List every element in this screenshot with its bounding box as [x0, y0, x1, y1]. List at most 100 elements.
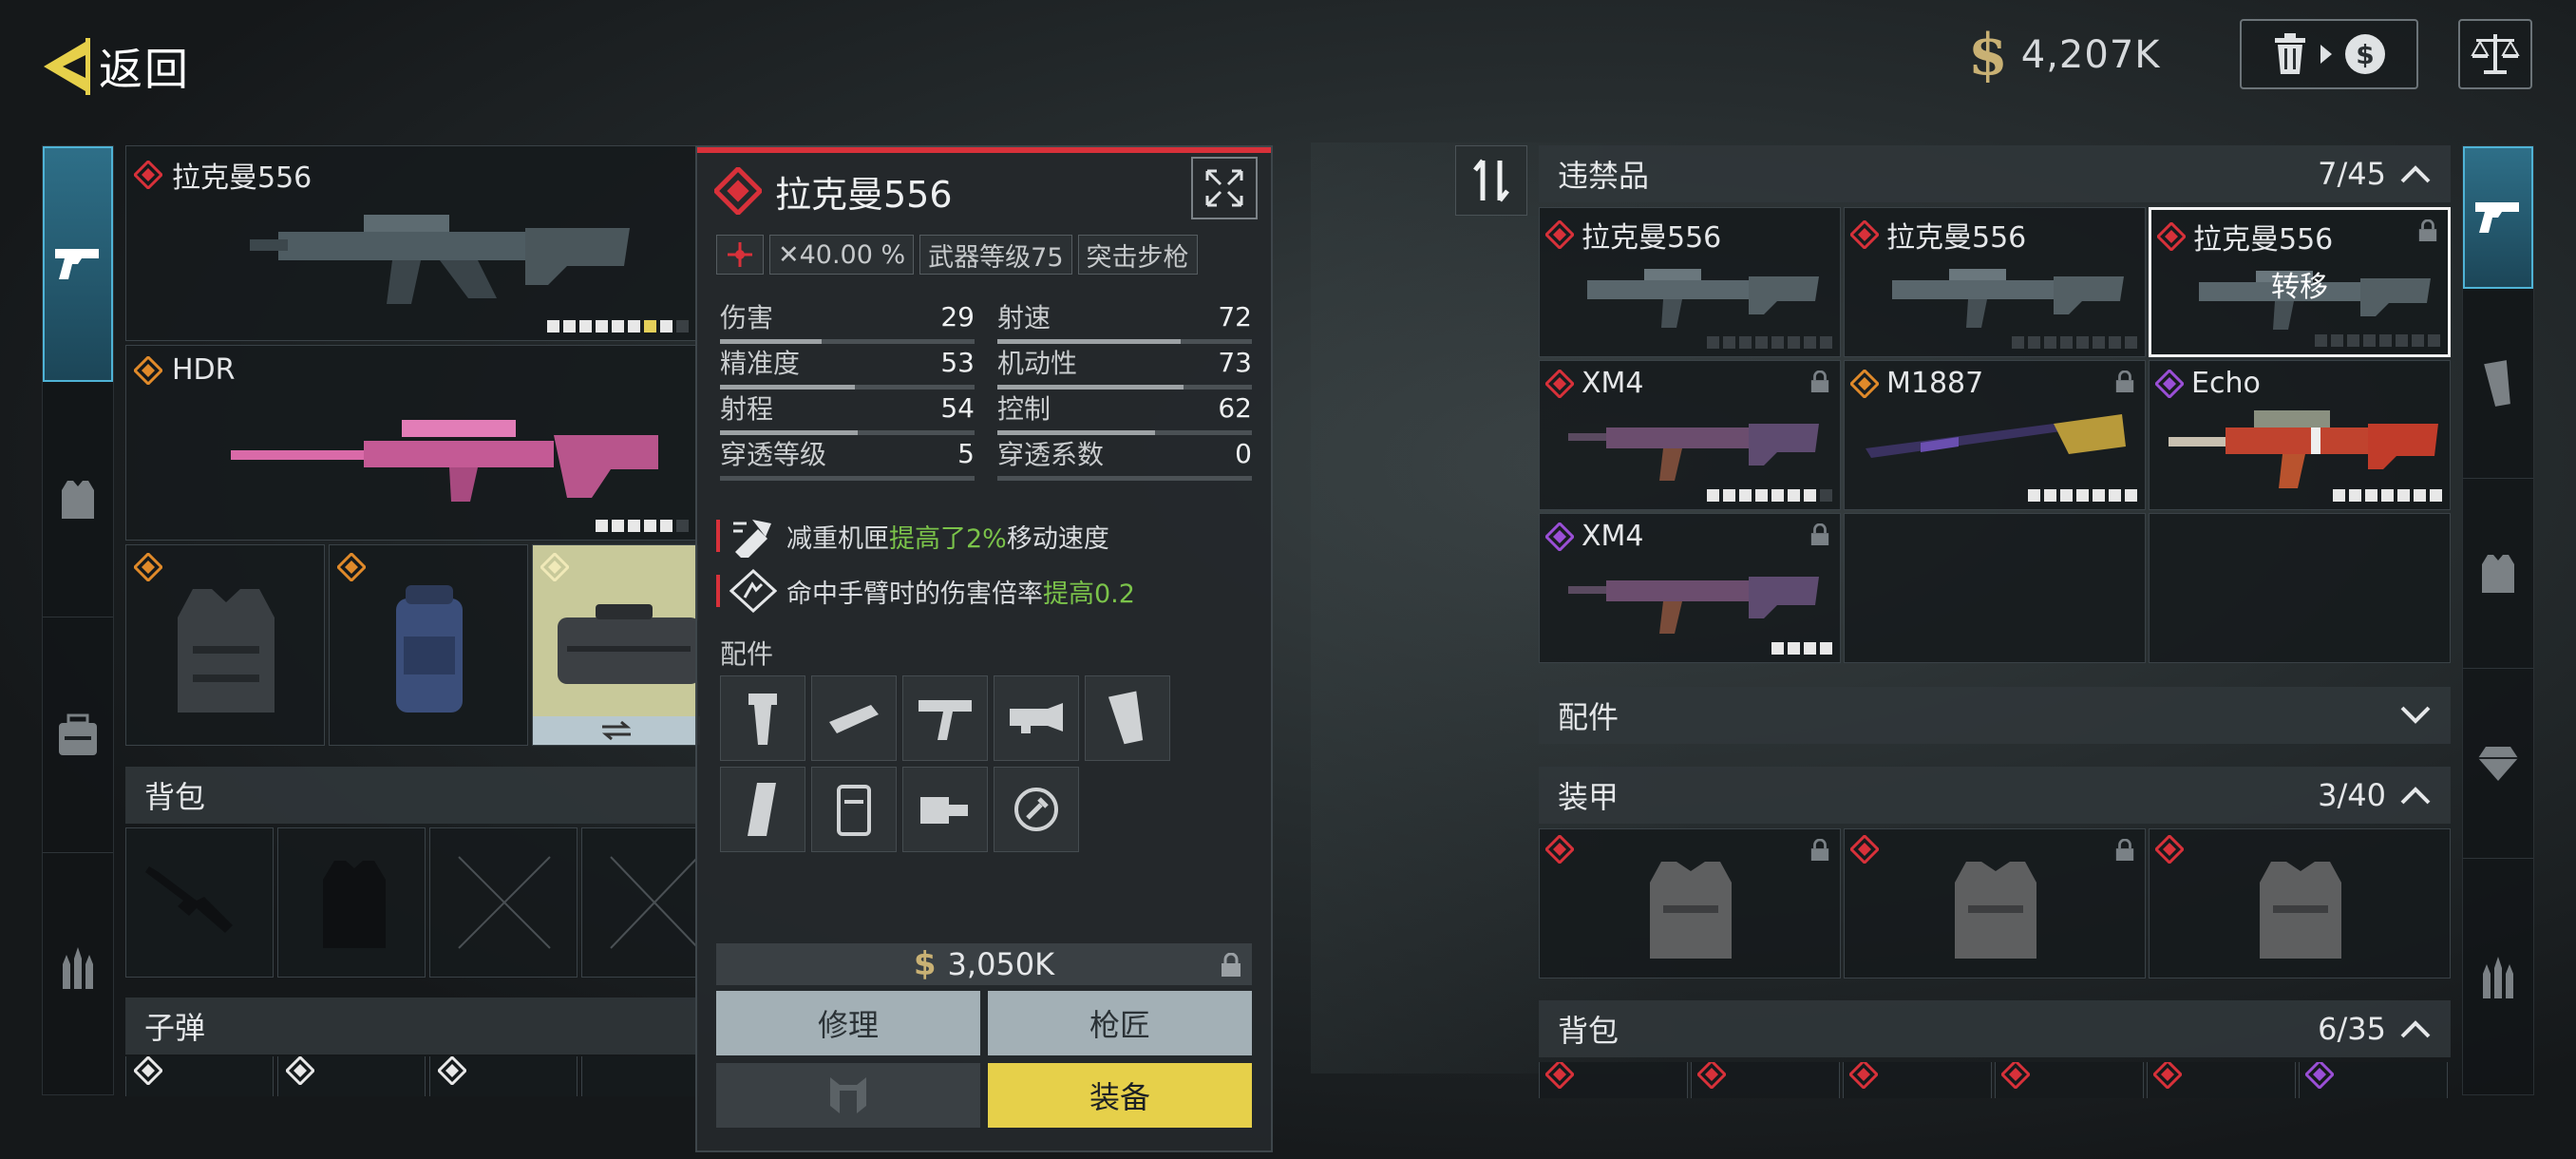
backpack-cell-empty[interactable]	[429, 827, 578, 978]
attachment-dots	[2315, 334, 2440, 347]
ammo-cell-empty[interactable]	[581, 1056, 699, 1096]
rail-tab-weapons[interactable]	[43, 146, 113, 382]
stash-backpack-card[interactable]	[1843, 1062, 1992, 1098]
primary-weapon-name: 拉克曼556	[172, 162, 313, 195]
sort-button[interactable]	[1455, 145, 1527, 216]
attachment-magazine-slot[interactable]	[720, 767, 805, 852]
weapon-level-tag: 武器等级75	[919, 235, 1072, 275]
armor-vest-image	[1955, 862, 2036, 959]
attachment-grip-slot[interactable]	[720, 675, 805, 761]
stash-backpack-card[interactable]	[2147, 1062, 2296, 1098]
backpack-header: 背包	[125, 767, 699, 824]
empty-cross-icon	[610, 856, 699, 949]
stash-empty-cell[interactable]	[1844, 513, 2146, 663]
attachment-tool-slot[interactable]	[994, 767, 1079, 852]
weapon-class-tag: 突击步枪	[1077, 235, 1198, 275]
stash-backpack-card[interactable]	[1539, 1062, 1688, 1098]
rail-tab-attachments[interactable]	[2463, 289, 2533, 479]
backpack-cell-empty[interactable]	[581, 827, 699, 978]
rarity-stripe	[697, 147, 1271, 153]
attachment-rear-grip-slot[interactable]	[1085, 675, 1170, 761]
backpack-strip	[1539, 1062, 2451, 1098]
stash-weapon-card-selected[interactable]: 拉克曼556 转移	[2149, 207, 2451, 357]
stat-control: 控制 62	[997, 389, 1252, 435]
ammo-header: 子弹	[125, 998, 699, 1054]
stash-weapon-card[interactable]: 拉克曼556	[1539, 207, 1841, 357]
rarity-white-icon	[438, 1056, 466, 1085]
equip-button[interactable]: 装备	[988, 1063, 1252, 1128]
lightweight-receiver-icon	[733, 520, 771, 558]
stat-range: 射程 54	[720, 389, 975, 435]
attachment-stock-slot[interactable]	[902, 675, 988, 761]
assault-rifle-image	[250, 215, 630, 304]
attachment-ammo-slot[interactable]	[811, 767, 897, 852]
stash-backpack-title: 背包	[1558, 1013, 1619, 1049]
stash-backpack-card[interactable]	[1995, 1062, 2144, 1098]
stash-weapon-card[interactable]: 拉克曼556	[1844, 207, 2146, 357]
stash-armor-card[interactable]	[2149, 828, 2451, 978]
transfer-label[interactable]: 转移	[2151, 263, 2448, 305]
svg-text:$: $	[2356, 39, 2374, 70]
swap-bar[interactable]	[533, 716, 700, 745]
stash-armor-card[interactable]	[1844, 828, 2146, 978]
backpack-cell[interactable]	[125, 827, 274, 978]
primary-weapon-slot[interactable]: 拉克曼556	[125, 145, 699, 341]
rarity-red-icon	[1697, 1062, 1726, 1089]
mark-button[interactable]	[716, 1063, 980, 1128]
secondary-weapon-slot[interactable]: HDR	[125, 345, 699, 541]
price-bar: $ 3,050K	[716, 943, 1252, 985]
ammo-cell[interactable]	[429, 1056, 578, 1096]
grip-icon	[2484, 359, 2510, 407]
chevron-up-icon	[2400, 1020, 2431, 1038]
rail-tab-valuables[interactable]	[2463, 669, 2533, 859]
back-arrow-icon	[44, 38, 90, 95]
backpack-slot[interactable]	[329, 544, 528, 746]
gunsmith-button[interactable]: 枪匠	[988, 991, 1252, 1055]
stock-icon	[919, 700, 972, 740]
attachment-dots	[547, 320, 689, 332]
stash-armor-header[interactable]: 装甲 3/40	[1539, 767, 2451, 824]
stash-backpack-card[interactable]	[2299, 1062, 2448, 1098]
muzzle-icon	[829, 705, 879, 733]
compare-button[interactable]	[2458, 19, 2532, 89]
stash-weapon-name: M1887	[1886, 367, 1984, 400]
stash-weapon-name: Echo	[2191, 367, 2261, 400]
stash-weapon-card[interactable]: M1887	[1844, 360, 2146, 510]
armor-vest-image	[178, 589, 275, 712]
stash-attachments-title: 配件	[1558, 699, 1619, 735]
ammo-cell[interactable]	[277, 1056, 426, 1096]
stash-weapon-card[interactable]: Echo	[2149, 360, 2451, 510]
stash-attachments-header[interactable]: 配件	[1539, 687, 2451, 744]
stash-backpack-header[interactable]: 背包 6/35	[1539, 1000, 2451, 1057]
attachment-muzzle-slot[interactable]	[811, 675, 897, 761]
armor-slot[interactable]	[125, 544, 325, 746]
backpack-title: 背包	[144, 779, 206, 815]
echo-rifle-image	[2169, 410, 2438, 488]
rail-tab-ammo[interactable]	[2463, 859, 2533, 1094]
trash-icon	[2275, 33, 2305, 74]
contraband-header[interactable]: 违禁品 7/45	[1539, 145, 2451, 202]
attachment-scope-slot[interactable]	[994, 675, 1079, 761]
expand-button[interactable]	[1191, 157, 1258, 219]
back-button[interactable]: 返回	[38, 33, 190, 100]
sell-trash-button[interactable]: $	[2240, 19, 2418, 89]
rail-tab-ammo[interactable]	[43, 853, 113, 1081]
ammo-cell[interactable]	[125, 1056, 274, 1096]
attachment-laser-slot[interactable]	[902, 767, 988, 852]
rarity-red-icon	[1545, 1062, 1574, 1089]
backpack-cell[interactable]	[277, 827, 426, 978]
rail-tab-armor[interactable]	[43, 382, 113, 618]
case-slot[interactable]	[532, 544, 700, 746]
stash-empty-cell[interactable]	[2149, 513, 2451, 663]
rail-tab-backpack[interactable]	[43, 618, 113, 853]
stash-weapon-card[interactable]: XM4	[1539, 513, 1841, 663]
stash-backpack-card[interactable]	[1691, 1062, 1840, 1098]
stash-weapon-card[interactable]: XM4	[1539, 360, 1841, 510]
repair-button[interactable]: 修理	[716, 991, 980, 1055]
balance-scale-icon	[2471, 34, 2520, 74]
attachment-dots	[2333, 489, 2442, 502]
rail-tab-armor[interactable]	[2463, 479, 2533, 669]
contraband-count: 7/45	[2318, 156, 2386, 192]
stash-armor-card[interactable]	[1539, 828, 1841, 978]
rail-tab-weapons[interactable]	[2463, 146, 2533, 289]
